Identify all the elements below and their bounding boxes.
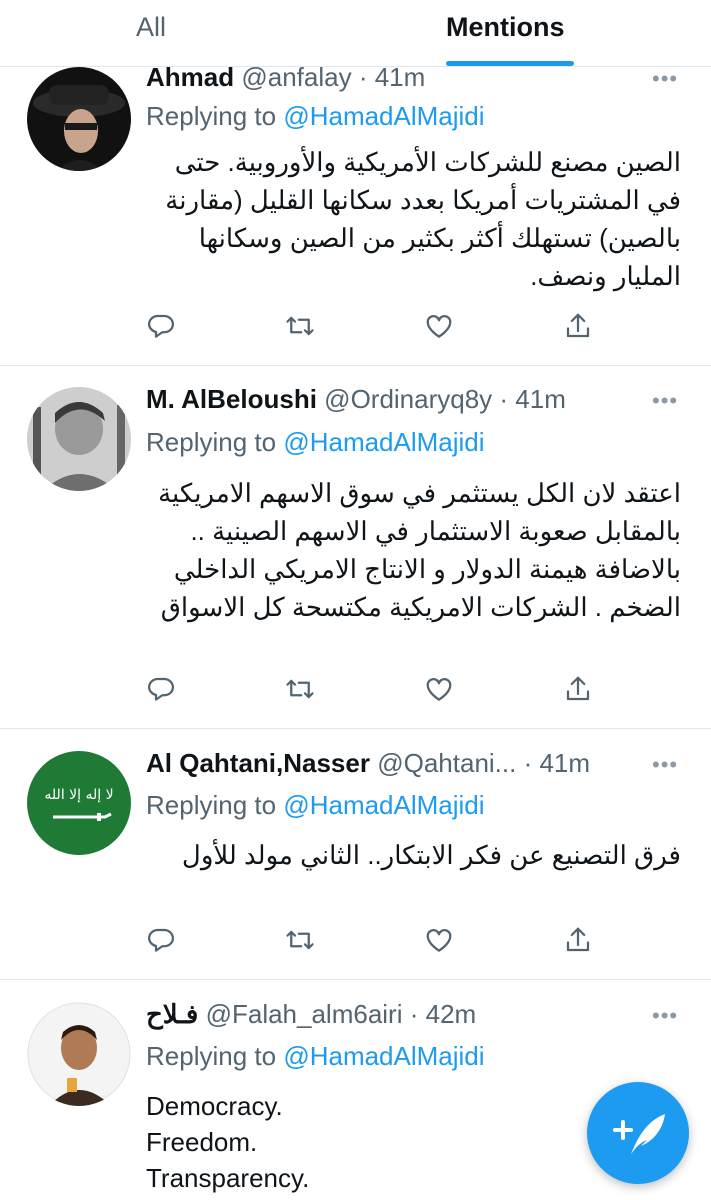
tweet-item[interactable]: Ahmad @anfalay · 41m ••• Replying to @Ha… xyxy=(0,67,711,366)
tweet-time[interactable]: · 41m xyxy=(524,748,590,778)
tab-mentions[interactable]: Mentions xyxy=(446,12,565,43)
tweet-item[interactable]: M. AlBeloushi @Ordinaryq8y · 41m ••• Rep… xyxy=(0,366,711,729)
tweet-header: Ahmad @anfalay · 41m xyxy=(146,67,425,93)
tweet-item[interactable]: ﻻ إله إلا الله Al Qahtani,Nasser @Qahtan… xyxy=(0,729,711,980)
replying-to-label: Replying to xyxy=(146,101,277,131)
tweet-time[interactable]: · 41m xyxy=(499,384,565,414)
replying-to-mention[interactable]: @HamadAlMajidi xyxy=(283,790,484,820)
like-icon[interactable] xyxy=(424,674,454,704)
replying-to-mention[interactable]: @HamadAlMajidi xyxy=(283,427,484,457)
tweet-text: الصين مصنع للشركات الأمريكية والأوروبية.… xyxy=(165,147,681,291)
compose-tweet-button[interactable] xyxy=(587,1082,689,1184)
more-options-icon[interactable]: ••• xyxy=(652,1003,678,1029)
tweet-header: Al Qahtani,Nasser @Qahtani... · 41m xyxy=(146,748,590,779)
retweet-icon[interactable] xyxy=(285,311,315,341)
tweet-text: اعتقد لان الكل يستثمر في سوق الاسهم الام… xyxy=(158,478,681,622)
user-handle[interactable]: @Qahtani... xyxy=(377,748,516,778)
avatar[interactable] xyxy=(27,387,131,491)
like-icon[interactable] xyxy=(424,925,454,955)
share-icon[interactable] xyxy=(563,311,593,341)
tweet-header: فـلاح @Falah_alm6airi · 42m xyxy=(146,999,476,1030)
svg-text:ﻻ إله إلا الله: ﻻ إله إلا الله xyxy=(44,787,113,803)
user-handle[interactable]: @anfalay xyxy=(241,67,351,92)
replying-to: Replying to @HamadAlMajidi xyxy=(146,101,485,132)
more-options-icon[interactable]: ••• xyxy=(652,752,678,778)
reply-icon[interactable] xyxy=(146,674,176,704)
replying-to: Replying to @HamadAlMajidi xyxy=(146,1041,485,1072)
share-icon[interactable] xyxy=(563,925,593,955)
retweet-icon[interactable] xyxy=(285,925,315,955)
tab-bar: All Mentions xyxy=(0,0,711,67)
tab-all[interactable]: All xyxy=(136,12,166,43)
more-options-icon[interactable]: ••• xyxy=(652,388,678,414)
user-handle[interactable]: @Falah_alm6airi xyxy=(206,999,403,1029)
replying-to-label: Replying to xyxy=(146,790,277,820)
reply-icon[interactable] xyxy=(146,311,176,341)
avatar[interactable] xyxy=(27,1002,131,1106)
display-name[interactable]: Al Qahtani,Nasser xyxy=(146,748,370,778)
active-tab-indicator xyxy=(446,61,574,66)
share-icon[interactable] xyxy=(563,674,593,704)
replying-to: Replying to @HamadAlMajidi xyxy=(146,427,485,458)
like-icon[interactable] xyxy=(424,311,454,341)
user-handle[interactable]: @Ordinaryq8y xyxy=(324,384,492,414)
replying-to-mention[interactable]: @HamadAlMajidi xyxy=(283,1041,484,1071)
reply-icon[interactable] xyxy=(146,925,176,955)
tweet-text: فرق التصنيع عن فكر الابتكار.. الثاني مول… xyxy=(181,840,681,870)
tweet-actions xyxy=(146,674,596,704)
compose-tweet-icon xyxy=(613,1114,665,1154)
more-options-icon[interactable]: ••• xyxy=(652,67,678,92)
tweet-time[interactable]: · 41m xyxy=(359,67,425,92)
display-name[interactable]: M. AlBeloushi xyxy=(146,384,317,414)
replying-to-label: Replying to xyxy=(146,1041,277,1071)
tweet-actions xyxy=(146,311,596,341)
replying-to-label: Replying to xyxy=(146,427,277,457)
avatar[interactable]: ﻻ إله إلا الله xyxy=(27,751,131,855)
tweet-time[interactable]: · 42m xyxy=(410,999,476,1029)
replying-to-mention[interactable]: @HamadAlMajidi xyxy=(283,101,484,131)
display-name[interactable]: فـلاح xyxy=(146,999,198,1029)
replying-to: Replying to @HamadAlMajidi xyxy=(146,790,485,821)
tweet-actions xyxy=(146,925,596,955)
retweet-icon[interactable] xyxy=(285,674,315,704)
avatar[interactable] xyxy=(27,67,131,171)
tweet-header: M. AlBeloushi @Ordinaryq8y · 41m xyxy=(146,384,566,415)
display-name[interactable]: Ahmad xyxy=(146,67,234,92)
